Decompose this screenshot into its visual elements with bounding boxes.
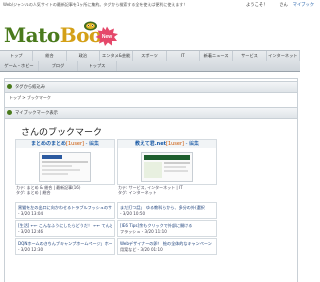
mypage-link[interactable]: マイブック xyxy=(293,3,314,8)
nav-row-1: トップ 総合 政治 エンタメ&芸能 スポーツ IT 新着ニュース サービス イン… xyxy=(0,51,300,61)
nav-item-services[interactable]: サービス xyxy=(233,51,267,61)
item-date: - 3/20 12:30 xyxy=(18,247,44,252)
card-meta: カテ: まとめ & 総合 | 最新記事(16) タグ: まとめ | 総合 xyxy=(16,185,114,195)
username-suffix: さん xyxy=(279,3,288,8)
user-greeting: ようこそ！ さん マイブック xyxy=(246,2,314,8)
list-item[interactable]: Webデザイナーの卵！ 絵の全体的なキャンペーン 用案など - 3/20 01:… xyxy=(117,238,217,255)
list-item[interactable]: [IE6 Tips]余もクリックで外部に開ける フラッシュ - 3/20 11:… xyxy=(117,220,217,237)
list-item[interactable]: 黒猫を左の出口に向かわせるトラブルフッシュのサイト - 3/20 13:04 xyxy=(15,202,115,219)
card-title-link[interactable]: 教えて君.net xyxy=(135,141,166,147)
main-nav: トップ 総合 政治 エンタメ&芸能 スポーツ IT 新着ニュース サービス イン… xyxy=(0,50,300,72)
item-date: - 3/20 12:46 xyxy=(18,229,44,234)
new-badge-icon: New xyxy=(95,26,118,46)
card-user-count[interactable]: [1user] xyxy=(166,141,184,147)
nav-item-general[interactable]: 総合 xyxy=(33,51,67,61)
tag-search-label: タグから絞込み xyxy=(15,85,46,90)
nav-item-tops[interactable]: トップス xyxy=(78,61,117,71)
top-bar: Web/ジャンルの人気サイトの最新記事を1ヶ所に集約。タグから検索する全を使えば… xyxy=(0,0,314,9)
card-meta-tags: タグ: インターネット xyxy=(118,190,157,195)
welcome-text: ようこそ！ xyxy=(246,3,268,8)
nav-item-politics[interactable]: 政治 xyxy=(67,51,100,61)
nav-item-games[interactable]: ゲーム・ホビー xyxy=(0,61,39,71)
item-date: - 3/20 10:50 xyxy=(120,211,146,216)
breadcrumb: トップ > ブックマーク xyxy=(9,95,51,100)
page-title: さんのブックマーク xyxy=(21,128,103,138)
list-item[interactable]: [生活] ←← こんなふうにしたらどうだ！ ←← てんどん - 3/20 12:… xyxy=(15,220,115,237)
card-header: 教えて君.net[1user] - 編集 xyxy=(118,140,216,148)
card-meta-tags: タグ: まとめ | 総合 xyxy=(16,190,51,195)
tag-search-bar[interactable]: タグから絞込み xyxy=(4,81,298,93)
tag-icon xyxy=(7,84,12,89)
bookmark-display-label: マイブックマーク表示 xyxy=(15,111,58,116)
item-date: 用案など - 3/20 01:10 xyxy=(120,247,163,252)
card-edit-link[interactable]: - 編集 xyxy=(84,141,99,147)
nav-item-news[interactable]: 新着ニュース xyxy=(200,51,234,61)
item-date: - 3/20 13:04 xyxy=(18,211,44,216)
item-date: フラッシュ - 3/20 11:10 xyxy=(120,229,167,234)
nav-item-it[interactable]: IT xyxy=(167,51,200,61)
site-thumbnail[interactable] xyxy=(141,152,193,182)
card-user-count[interactable]: [1user] xyxy=(66,141,84,147)
card-header: まとめのまとめ[1user] - 編集 xyxy=(16,140,114,148)
site-thumbnail[interactable] xyxy=(39,152,91,182)
card-edit-link[interactable]: - 編集 xyxy=(184,141,199,147)
list-item[interactable]: DQNホームのきちんブキャンプホームページ」ホームV I P P E R仲 - … xyxy=(15,238,115,255)
thumbnail-image xyxy=(142,153,192,181)
nav-item-internet[interactable]: インターネット xyxy=(267,51,300,61)
nav-item-blog[interactable]: ブログ xyxy=(39,61,78,71)
card-meta: カテ: サービス, インターネット | IT タグ: インターネット xyxy=(118,185,216,195)
bookmark-card: 教えて君.net[1user] - 編集 xyxy=(117,139,217,185)
list-item[interactable]: まだ打つ話」 ゆる教科らから、多分の外(選択 - 3/20 10:50 xyxy=(117,202,217,219)
card-title-link[interactable]: まとめのまとめ xyxy=(31,141,66,147)
new-badge-label: New xyxy=(102,34,112,40)
nav-item-sports[interactable]: スポーツ xyxy=(133,51,167,61)
bookmark-card: まとめのまとめ[1user] - 編集 xyxy=(15,139,115,185)
thumbnail-image xyxy=(40,153,90,181)
nav-row-2: ゲーム・ホビー ブログ トップス xyxy=(0,61,300,71)
site-tagline: Web/ジャンルの人気サイトの最新記事を1ヶ所に集約。タグから検索する全を使えば… xyxy=(3,2,188,7)
bookmark-display-bar[interactable]: マイブックマーク表示 xyxy=(4,107,298,119)
nav-item-top[interactable]: トップ xyxy=(0,51,34,61)
nav-item-entertainment[interactable]: エンタメ&芸能 xyxy=(100,51,134,61)
bookmark-icon xyxy=(7,110,12,115)
